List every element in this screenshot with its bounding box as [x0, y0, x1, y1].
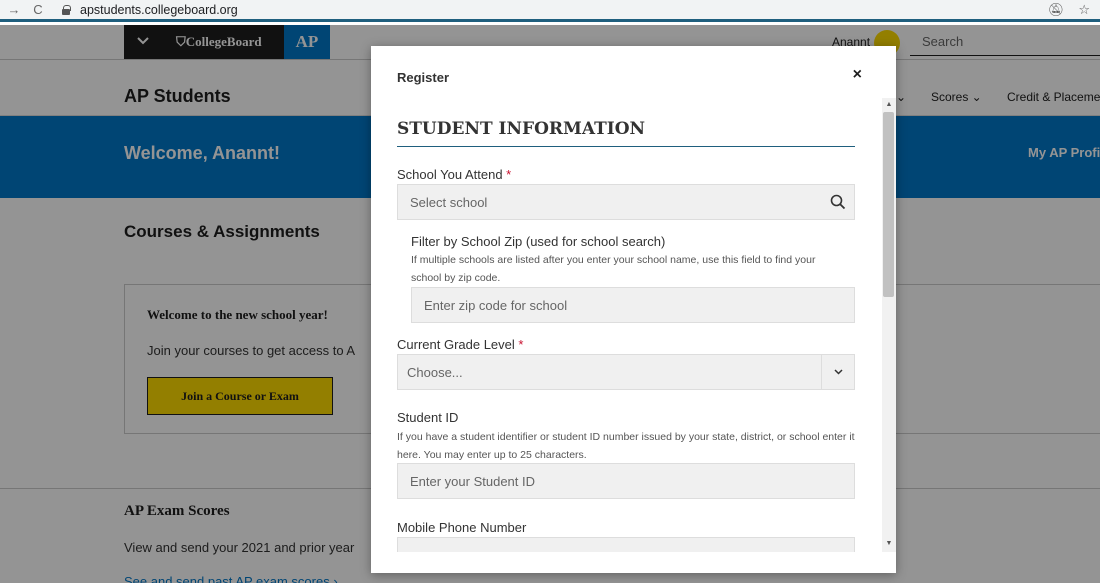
chevron-down-icon[interactable] [821, 355, 854, 389]
student-id-input[interactable]: Enter your Student ID [397, 463, 855, 499]
scrollbar-thumb[interactable] [883, 112, 894, 297]
phone-label: Mobile Phone Number [397, 520, 527, 535]
form-heading: STUDENT INFORMATION [397, 119, 855, 147]
student-id-label: Student ID [397, 410, 459, 425]
zip-input[interactable]: Enter zip code for school [411, 287, 855, 323]
back-icon[interactable]: → [4, 2, 24, 17]
grade-select[interactable]: Choose... [397, 354, 855, 390]
notifications-off-icon[interactable]: 🔕︎ [1048, 2, 1065, 18]
student-id-hint: If you have a student identifier or stud… [397, 431, 855, 461]
zip-label: Filter by School Zip (used for school se… [411, 234, 666, 249]
address-bar[interactable]: apstudents.collegeboard.org [80, 3, 238, 17]
modal-body: STUDENT INFORMATION School You Attend * … [371, 102, 896, 552]
grade-label: Current Grade Level * [397, 337, 524, 352]
search-icon[interactable] [830, 194, 846, 210]
bookmark-star-icon[interactable]: ☆ [1078, 2, 1090, 18]
required-mark: * [518, 337, 524, 352]
school-label: School You Attend * [397, 167, 512, 182]
modal-title: Register [397, 70, 450, 85]
register-modal: Register × STUDENT INFORMATION School Yo… [371, 46, 896, 573]
required-mark: * [506, 167, 512, 182]
phone-input[interactable] [397, 537, 855, 552]
browser-toolbar: → C apstudents.collegeboard.org 🔕︎ ☆ [0, 0, 1100, 22]
school-select-input[interactable]: Select school [397, 184, 855, 220]
close-icon[interactable]: × [853, 66, 862, 84]
scroll-down-icon[interactable]: ▼ [882, 538, 896, 550]
reload-icon[interactable]: C [28, 2, 48, 17]
lock-icon [62, 4, 71, 15]
scroll-up-icon[interactable]: ▲ [882, 99, 896, 111]
zip-hint: If multiple schools are listed after you… [411, 254, 816, 284]
